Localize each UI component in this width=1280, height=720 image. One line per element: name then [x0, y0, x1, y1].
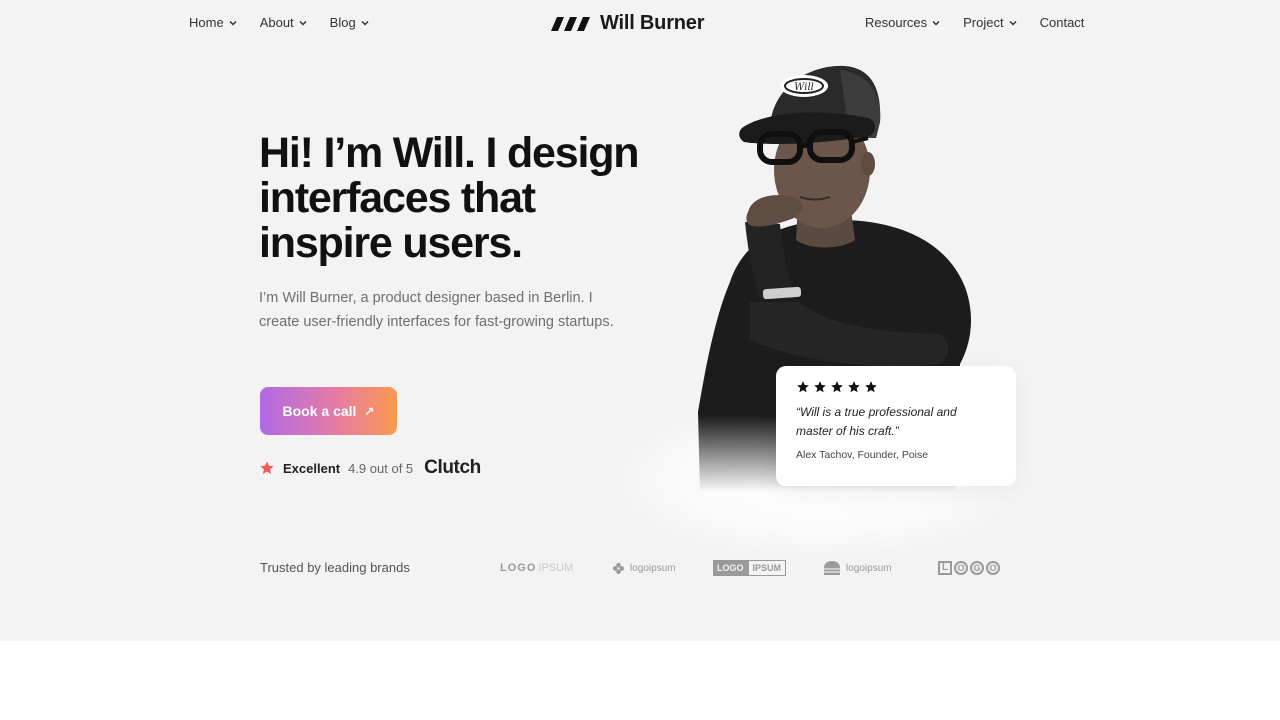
- brand-logo-3: LOGO IPSUM: [713, 555, 787, 581]
- nav-resources-label: Resources: [865, 15, 928, 30]
- nav-right: Resources Project Contact: [865, 15, 1084, 30]
- brand-logo-3-part-b: IPSUM: [747, 560, 787, 576]
- nav-blog-label: Blog: [329, 15, 356, 30]
- nav-left: Home About Blog: [189, 15, 370, 30]
- chevron-down-icon: [229, 20, 237, 26]
- trusted-label: Trusted by leading brands: [260, 560, 410, 575]
- svg-text:Will: Will: [794, 82, 814, 93]
- book-call-label: Book a call: [282, 403, 357, 419]
- nav-blog[interactable]: Blog: [330, 15, 370, 30]
- flower-logo-icon: [612, 562, 625, 574]
- clutch-logo[interactable]: Clutch: [424, 457, 481, 479]
- dome-logo-icon: [824, 561, 840, 575]
- rating-label: Excellent: [283, 460, 341, 476]
- nav-about-label: About: [259, 15, 294, 30]
- clutch-rating: Excellent 4.9 out of 5 Clutch: [259, 457, 481, 479]
- chevron-down-icon: [299, 20, 307, 26]
- chevron-down-icon: [932, 20, 940, 26]
- arrow-up-right-icon: ↗: [364, 404, 375, 418]
- hero-section: Home About Blog Will Burner Resources Pr…: [0, 0, 1280, 641]
- brand-logo-5-part-c: G: [970, 561, 984, 575]
- chevron-down-icon: [361, 20, 369, 26]
- testimonial-quote: “Will is a true professional and master …: [796, 405, 957, 438]
- hero-headline: Hi! I’m Will. I design interfaces that i…: [259, 129, 640, 267]
- chevron-down-icon: [1009, 20, 1017, 26]
- rating-score: 4.9 out of 5: [348, 460, 414, 476]
- testimonial-card: “Will is a true professional and master …: [776, 366, 1016, 486]
- testimonial-stars: [796, 380, 996, 394]
- star-icon: [814, 381, 826, 393]
- brand-logo-4: logoipsum: [823, 555, 892, 581]
- book-call-button[interactable]: Book a call ↗: [260, 387, 397, 435]
- brand-logo-2: logoipsum: [612, 555, 676, 581]
- brand-logo[interactable]: Will Burner: [551, 12, 704, 35]
- nav-contact-label: Contact: [1039, 15, 1085, 30]
- brand-logo-2-text: logoipsum: [630, 562, 676, 574]
- nav-project-label: Project: [963, 15, 1004, 30]
- star-icon: [848, 381, 860, 393]
- testimonial-author: Alex Tachov, Founder, Poise: [796, 449, 929, 461]
- brand-logo-5: L O G O: [938, 555, 1000, 581]
- brand-logo-1: LOGO IPSUM: [500, 555, 573, 581]
- star-icon: [260, 461, 274, 474]
- star-icon: [797, 381, 809, 393]
- brand-logo-4-text: logoipsum: [846, 562, 892, 574]
- nav-home-label: Home: [189, 15, 224, 30]
- star-icon: [831, 381, 843, 393]
- slashes-logo-icon: [551, 16, 590, 31]
- brand-logo-5-part-d: O: [986, 561, 1000, 575]
- nav-contact[interactable]: Contact: [1040, 15, 1085, 30]
- hero-subtitle: I’m Will Burner, a product designer base…: [259, 290, 614, 330]
- brand-logos: LOGO IPSUM logoipsum LOGO IPSUM logoipsu…: [500, 555, 1010, 581]
- brand-logo-3-part-a: LOGO: [713, 560, 748, 576]
- brand-logo-1-part-b: IPSUM: [538, 562, 574, 574]
- nav-about[interactable]: About: [260, 15, 308, 30]
- brand-logo-1-part-a: LOGO: [500, 562, 537, 574]
- nav-project[interactable]: Project: [963, 15, 1017, 30]
- nav-home[interactable]: Home: [189, 15, 238, 30]
- nav-resources[interactable]: Resources: [865, 15, 941, 30]
- star-icon: [865, 381, 877, 393]
- brand-name: Will Burner: [600, 12, 705, 34]
- brand-logo-5-part-b: O: [954, 561, 968, 575]
- brand-logo-5-part-a: L: [938, 561, 952, 575]
